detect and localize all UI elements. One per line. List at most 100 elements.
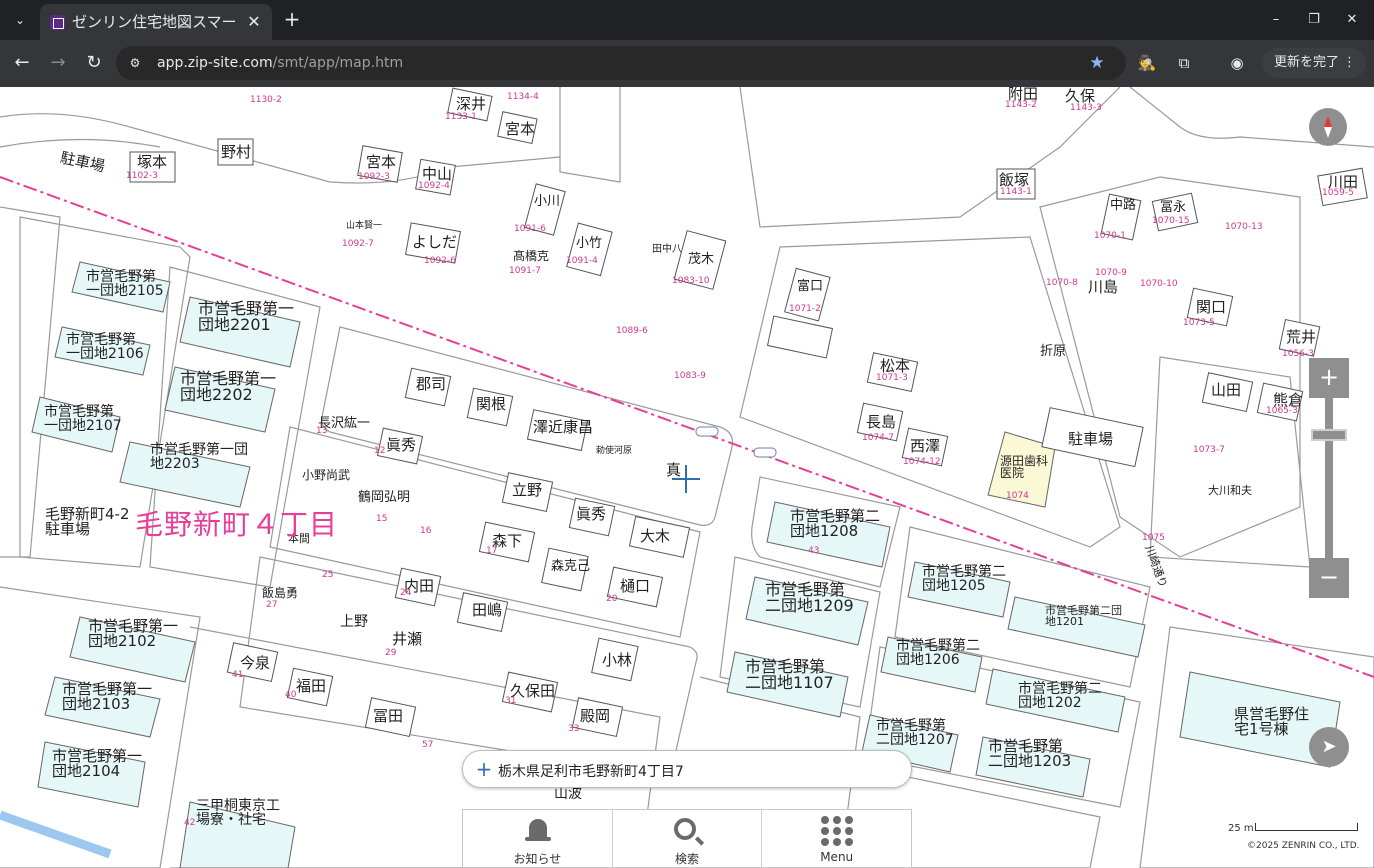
map-label[interactable]: 郡司 — [416, 377, 446, 392]
building-label[interactable]: 市営毛野第一団地2107 — [44, 405, 122, 433]
building-label[interactable]: 毛野新町4-2駐車場 — [45, 507, 130, 537]
map-label[interactable]: 宮本 — [505, 122, 535, 137]
menu-button[interactable]: Menu — [762, 810, 911, 867]
map-label[interactable]: 山波 — [554, 787, 582, 801]
restore-button[interactable]: ❐ — [1302, 8, 1326, 32]
building-label[interactable]: 市営毛野第一団地2105 — [86, 270, 168, 298]
current-location-icon[interactable]: ➤ — [1309, 727, 1349, 767]
map-label[interactable]: 福田 — [296, 679, 326, 694]
building-label[interactable]: 市営毛野第一団地2104 — [52, 749, 142, 779]
building-label[interactable]: 市営毛野第二団地1205 — [922, 565, 1010, 593]
map-label[interactable]: よしだ — [412, 235, 457, 250]
back-button[interactable]: ← — [9, 50, 35, 76]
map-label[interactable]: 髙橋克 — [513, 250, 549, 262]
map-label[interactable]: 川島 — [1088, 280, 1118, 295]
map-label[interactable]: 勅使河原 — [596, 447, 632, 456]
url-text[interactable]: app.zip-site.com/smt/app/map.htm — [157, 53, 403, 73]
incognito-extension-icon[interactable]: 🕵 — [1135, 51, 1159, 75]
building-label[interactable]: 市営毛野第二団地1203 — [988, 739, 1073, 769]
map-label[interactable]: 森克己 — [551, 560, 590, 573]
map-label[interactable]: 田嶋 — [472, 603, 502, 618]
map-label[interactable]: 深井 — [456, 97, 486, 112]
building-label[interactable]: 市営毛野第二団地1107 — [745, 659, 840, 691]
map-label[interactable]: 眞秀 — [576, 507, 606, 522]
zoom-in-button[interactable]: + — [1309, 358, 1349, 398]
building-label[interactable]: 市営毛野第一団地2102 — [88, 619, 188, 649]
compass-icon[interactable] — [1309, 108, 1347, 146]
map-label[interactable]: 久保田 — [510, 684, 555, 699]
map-canvas[interactable]: 駐車場 塚本 野村 宮本 中山 深井 宮本 附田 久保 飯塚 中路 冨永 川田 … — [0, 87, 1374, 868]
zoom-slider-track[interactable] — [1325, 398, 1333, 558]
forward-button[interactable]: → — [45, 50, 71, 76]
map-label[interactable]: 大川和夫 — [1208, 485, 1252, 496]
map-label[interactable]: 飯島勇 — [262, 587, 298, 599]
map-label[interactable]: 西澤 — [910, 439, 940, 454]
minimize-button[interactable]: – — [1264, 8, 1288, 32]
map-label[interactable]: 澤近康昌 — [533, 420, 593, 435]
map-label[interactable]: 樋口 — [620, 579, 650, 594]
map-label[interactable]: 冨永 — [1160, 201, 1186, 214]
map-label[interactable]: 関根 — [476, 397, 506, 412]
search-button[interactable]: 検索 — [613, 810, 763, 867]
update-button[interactable]: 更新を完了 ⋮ — [1262, 48, 1366, 78]
map-label[interactable]: 山本賢一 — [346, 222, 382, 231]
new-tab-button[interactable]: + — [280, 8, 304, 32]
address-bar[interactable]: ⚙ app.zip-site.com/smt/app/map.htm ★ — [116, 46, 1126, 80]
reload-button[interactable]: ↻ — [81, 50, 107, 76]
map-label[interactable]: 今泉 — [240, 656, 270, 671]
building-label[interactable]: 市営毛野第二団地1201 — [1045, 605, 1125, 627]
map-label[interactable]: 井瀬 — [392, 632, 422, 647]
map-label[interactable]: 茂木 — [688, 253, 714, 266]
close-window-button[interactable]: ✕ — [1340, 8, 1364, 32]
map-label[interactable]: 眞秀 — [386, 438, 416, 453]
map-label[interactable]: 源田歯科医院 — [1000, 455, 1056, 479]
bookmark-star-icon[interactable]: ★ — [1086, 52, 1108, 74]
zoom-slider-thumb[interactable] — [1311, 429, 1347, 441]
building-label[interactable]: 三甲桐東京工場寮・社宅 — [196, 799, 286, 827]
map-label[interactable]: 松本 — [880, 359, 910, 374]
building-label[interactable]: 市営毛野第一団地2106 — [66, 333, 148, 361]
map-label[interactable]: 立野 — [512, 483, 542, 498]
map-label[interactable]: 小川 — [534, 195, 560, 208]
map-label[interactable]: 塚本 — [137, 155, 167, 170]
map-label[interactable]: 真 — [666, 463, 681, 478]
map-label[interactable]: 上野 — [340, 615, 368, 629]
zoom-out-button[interactable]: − — [1309, 558, 1349, 598]
map-label[interactable]: 駐車場 — [1068, 432, 1113, 447]
address-search-bar[interactable]: + 栃木県足利市毛野新町4丁目7 — [462, 750, 912, 788]
map-label[interactable]: 小竹 — [576, 237, 602, 250]
map-label[interactable]: 関口 — [1196, 300, 1226, 315]
map-label[interactable]: 野村 — [221, 145, 251, 160]
map-label[interactable]: 大木 — [640, 529, 670, 544]
map-label[interactable]: 殿岡 — [580, 709, 610, 724]
extensions-puzzle-icon[interactable]: ⧉ — [1172, 51, 1196, 75]
notifications-button[interactable]: お知らせ — [463, 810, 613, 867]
map-label[interactable]: 鶴岡弘明 — [358, 491, 410, 504]
building-label[interactable]: 市営毛野第二団地1206 — [896, 639, 981, 667]
building-label[interactable]: 市営毛野第二団地1207 — [876, 719, 956, 747]
map-label[interactable]: 折原 — [1040, 345, 1066, 358]
map-label[interactable]: 中路 — [1110, 199, 1136, 212]
map-label[interactable]: 飯塚 — [999, 173, 1029, 188]
building-label[interactable]: 市営毛野第二団地1209 — [765, 582, 860, 614]
tab-close-button[interactable]: ✕ — [244, 12, 264, 32]
map-label[interactable]: 荒井 — [1286, 330, 1316, 345]
building-label[interactable]: 市営毛野第一団地2202 — [180, 371, 280, 403]
browser-tab[interactable]: ゼンリン住宅地図スマー ✕ — [40, 4, 272, 40]
profile-icon[interactable]: ◉ — [1225, 51, 1249, 75]
map-label[interactable]: 長島 — [866, 415, 896, 430]
building-label[interactable]: 市営毛野第二団地1208 — [790, 509, 885, 539]
site-info-icon[interactable]: ⚙ — [126, 54, 144, 72]
map-label[interactable]: 山田 — [1211, 383, 1241, 398]
more-menu-icon[interactable]: ⋮ — [1343, 48, 1356, 78]
map-label[interactable]: 富口 — [797, 280, 823, 293]
building-label[interactable]: 市営毛野第一団地2201 — [198, 301, 298, 333]
map-label[interactable]: 久保 — [1065, 89, 1095, 104]
building-label[interactable]: 県営毛野住宅1号棟 — [1234, 707, 1309, 737]
building-label[interactable]: 市営毛野第一団地2203 — [150, 443, 250, 471]
map-label[interactable]: 小野尚武 — [302, 469, 350, 481]
map-label[interactable]: 冨田 — [373, 709, 403, 724]
tab-search-button[interactable]: ⌄ — [8, 8, 32, 32]
building-label[interactable]: 市営毛野第二団地1202 — [1018, 682, 1103, 710]
map-label[interactable]: 田中八 — [652, 245, 682, 255]
